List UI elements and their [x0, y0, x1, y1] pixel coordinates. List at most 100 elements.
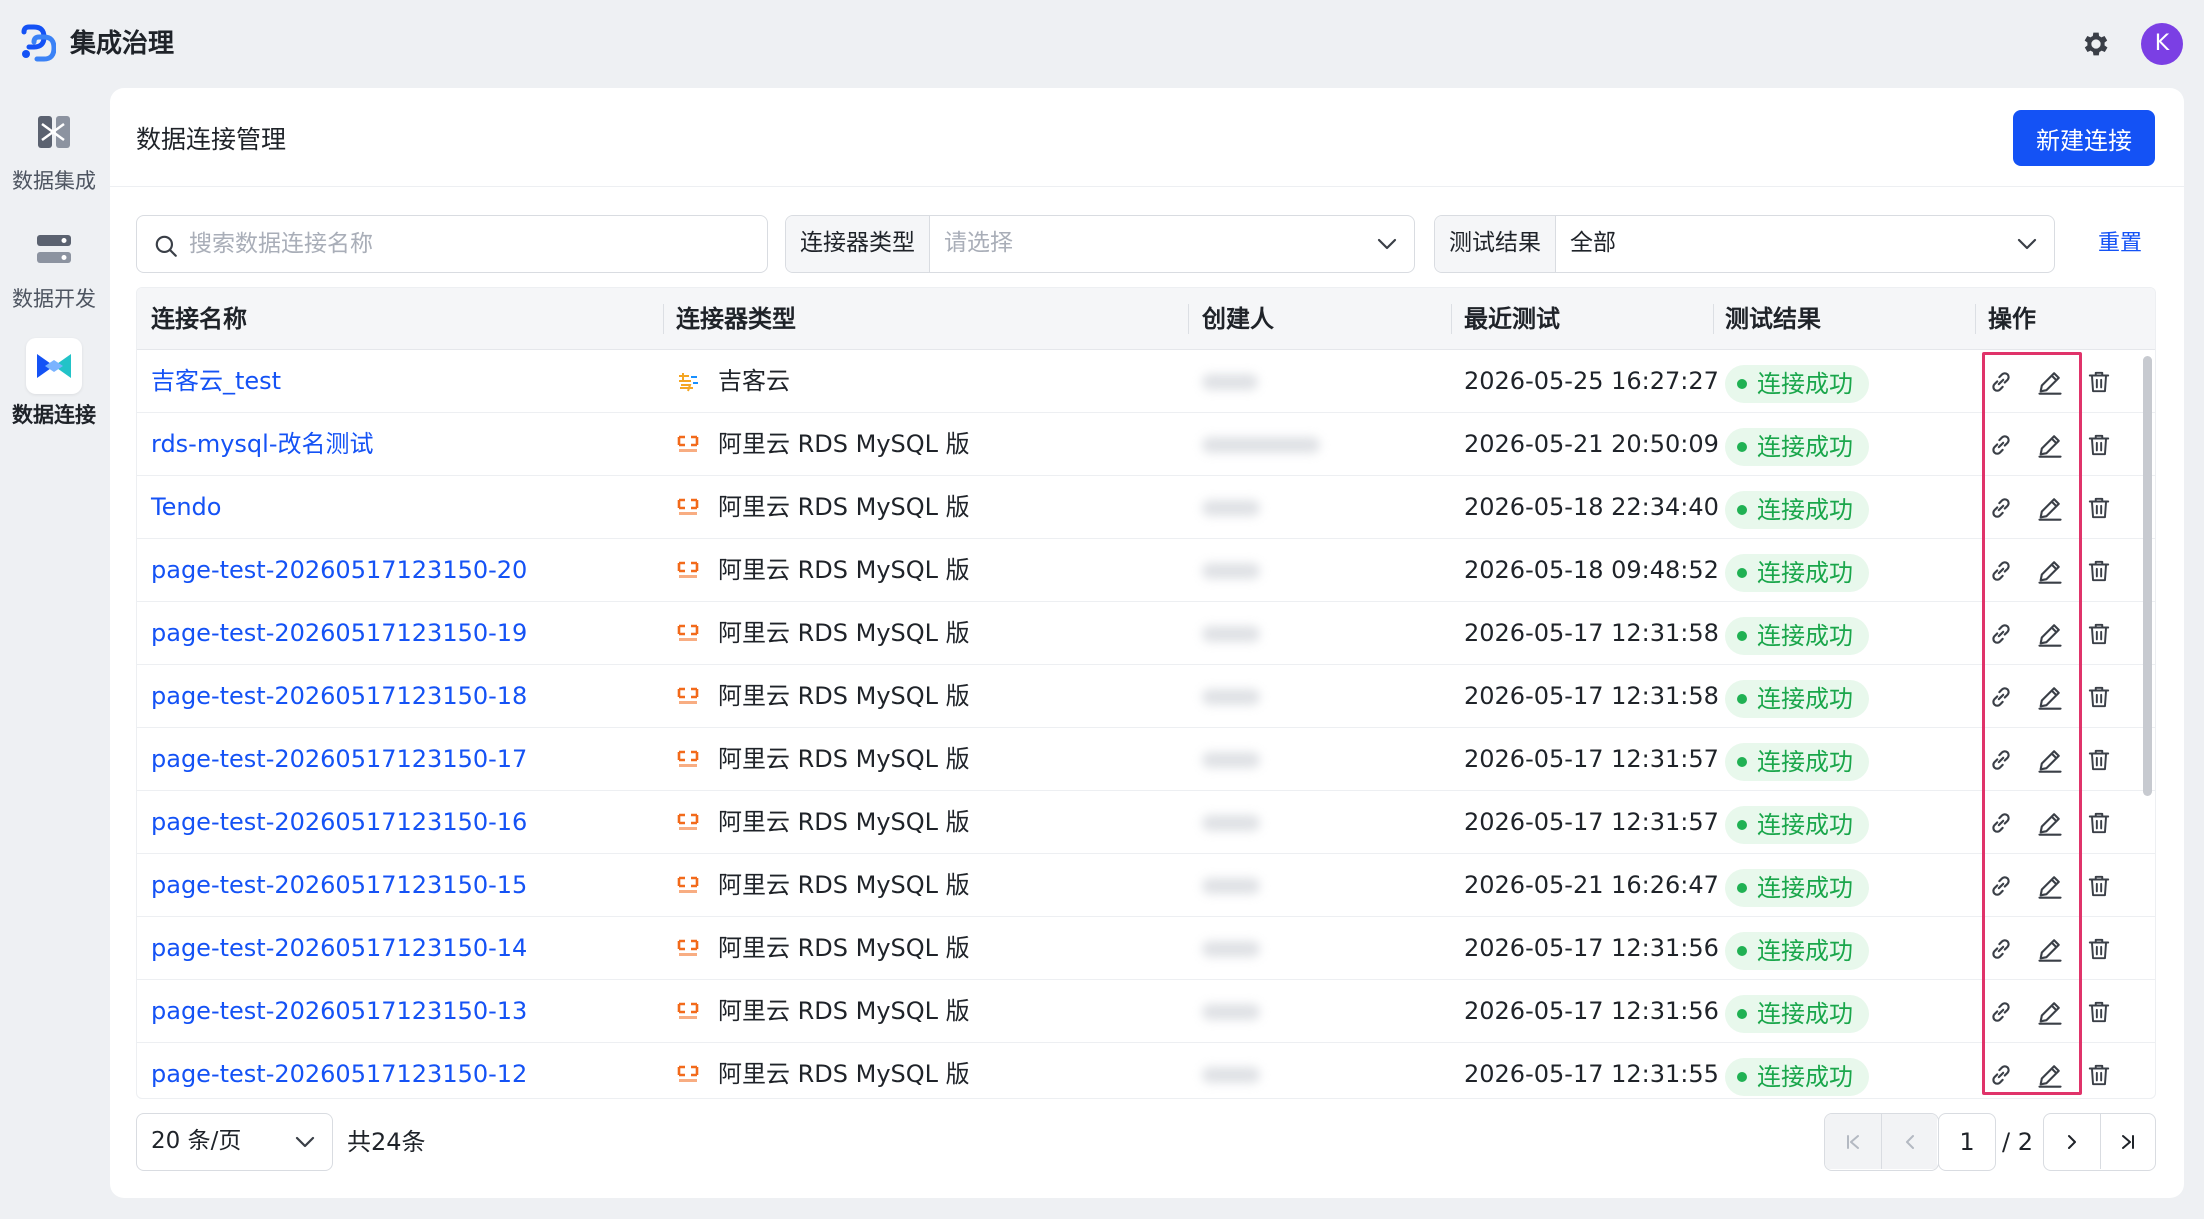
table-row[interactable]: page-test-20260517123150-15 阿里云 RDS MySQL…	[137, 854, 2155, 917]
user-avatar[interactable]: K	[2141, 23, 2183, 65]
scrollbar-thumb[interactable]	[2143, 356, 2152, 796]
new-connection-button[interactable]: 新建连接	[2013, 110, 2155, 166]
connection-name-link[interactable]: rds-mysql-改名测试	[151, 413, 374, 476]
edit-button[interactable]	[2035, 1060, 2065, 1090]
creator-cell	[1202, 791, 1362, 854]
test-connection-button[interactable]	[1986, 1060, 2016, 1090]
table-row[interactable]: 吉客云_test 吉客云 2026-05-25 16:27:27 连接成功	[137, 350, 2155, 413]
connector-type-text: 阿里云 RDS MySQL 版	[718, 745, 970, 773]
nav-item-data-development[interactable]: 数据开发	[0, 222, 108, 314]
status-badge: 连接成功	[1725, 806, 1869, 844]
connection-name-link[interactable]: page-test-20260517123150-12	[151, 1043, 527, 1098]
connection-name-link[interactable]: Tendo	[151, 476, 221, 539]
test-connection-button[interactable]	[1986, 682, 2016, 712]
test-result-cell: 连接成功	[1725, 665, 1869, 728]
delete-button[interactable]	[2084, 619, 2114, 649]
connection-name-link[interactable]: page-test-20260517123150-18	[151, 665, 527, 728]
table-row[interactable]: page-test-20260517123150-13 阿里云 RDS MySQL…	[137, 980, 2155, 1043]
connection-name-link[interactable]: page-test-20260517123150-16	[151, 791, 527, 854]
connection-name-link[interactable]: page-test-20260517123150-14	[151, 917, 527, 980]
first-page-button[interactable]	[1825, 1114, 1881, 1169]
edit-button[interactable]	[2035, 556, 2065, 586]
delete-button[interactable]	[2084, 808, 2114, 838]
creator-cell	[1202, 539, 1362, 602]
reset-link[interactable]: 重置	[2098, 228, 2142, 260]
creator-cell	[1202, 350, 1362, 413]
test-result-select[interactable]: 测试结果 全部	[1434, 215, 2055, 273]
settings-gear-icon[interactable]	[2080, 28, 2112, 60]
creator-cell	[1202, 602, 1362, 665]
test-connection-button[interactable]	[1986, 556, 2016, 586]
connection-name-link[interactable]: page-test-20260517123150-15	[151, 854, 527, 917]
table-row[interactable]: Tendo 阿里云 RDS MySQL 版 2026-05-18 22:34:40 连…	[137, 476, 2155, 539]
edit-button[interactable]	[2035, 808, 2065, 838]
connection-name-link[interactable]: page-test-20260517123150-17	[151, 728, 527, 791]
edit-button[interactable]	[2035, 997, 2065, 1027]
last-test-time: 2026-05-18 22:34:40	[1464, 493, 1719, 521]
delete-button[interactable]	[2084, 682, 2114, 712]
next-page-button[interactable]	[2044, 1114, 2100, 1169]
last-page-button[interactable]	[2099, 1114, 2156, 1169]
delete-button[interactable]	[2084, 871, 2114, 901]
search-input[interactable]	[189, 228, 749, 260]
blurred-creator	[1202, 878, 1260, 894]
column-header-actions: 操作	[1988, 305, 2036, 333]
edit-button[interactable]	[2035, 619, 2065, 649]
status-dot	[1737, 946, 1747, 956]
connector-type-select[interactable]: 连接器类型 请选择	[785, 215, 1415, 273]
test-connection-button[interactable]	[1986, 997, 2016, 1027]
aliyun-rds-icon	[676, 937, 700, 961]
status-text: 连接成功	[1757, 685, 1853, 713]
page-size-select[interactable]: 20 条/页	[136, 1113, 333, 1171]
nav-item-data-integration[interactable]: 数据集成	[0, 104, 108, 196]
table-row[interactable]: page-test-20260517123150-18 阿里云 RDS MySQL…	[137, 665, 2155, 728]
connection-name-link[interactable]: page-test-20260517123150-20	[151, 539, 527, 602]
test-connection-button[interactable]	[1986, 745, 2016, 775]
edit-button[interactable]	[2035, 871, 2065, 901]
blurred-creator	[1202, 752, 1260, 768]
nav-item-data-connection[interactable]: 数据连接	[0, 338, 108, 430]
delete-button[interactable]	[2084, 1060, 2114, 1090]
test-connection-button[interactable]	[1986, 367, 2016, 397]
test-connection-button[interactable]	[1986, 934, 2016, 964]
delete-button[interactable]	[2084, 493, 2114, 523]
table-row[interactable]: page-test-20260517123150-17 阿里云 RDS MySQL…	[137, 728, 2155, 791]
table-row[interactable]: rds-mysql-改名测试 阿里云 RDS MySQL 版 2026-05-21 …	[137, 413, 2155, 476]
last-page-icon	[2121, 1134, 2134, 1149]
status-dot	[1737, 1009, 1747, 1019]
edit-button[interactable]	[2035, 682, 2065, 712]
data-integration-icon	[26, 104, 82, 160]
test-connection-button[interactable]	[1986, 430, 2016, 460]
delete-button[interactable]	[2084, 367, 2114, 397]
edit-button[interactable]	[2035, 745, 2065, 775]
link-icon	[1992, 813, 2010, 833]
search-box[interactable]	[136, 215, 768, 273]
page-number-input[interactable]	[1938, 1113, 1996, 1171]
table-row[interactable]: page-test-20260517123150-12 阿里云 RDS MySQL…	[137, 1043, 2155, 1098]
edit-button[interactable]	[2035, 430, 2065, 460]
table-row[interactable]: page-test-20260517123150-20 阿里云 RDS MySQL…	[137, 539, 2155, 602]
connection-name-link[interactable]: page-test-20260517123150-19	[151, 602, 527, 665]
connection-name-link[interactable]: page-test-20260517123150-13	[151, 980, 527, 1043]
table-row[interactable]: page-test-20260517123150-16 阿里云 RDS MySQL…	[137, 791, 2155, 854]
test-connection-button[interactable]	[1986, 493, 2016, 523]
pager-next-group	[2043, 1113, 2156, 1171]
connection-name-link[interactable]: 吉客云_test	[151, 350, 281, 413]
delete-button[interactable]	[2084, 997, 2114, 1027]
delete-button[interactable]	[2084, 556, 2114, 586]
table-scrollbar[interactable]	[2141, 356, 2153, 1096]
table-row[interactable]: page-test-20260517123150-19 阿里云 RDS MySQL…	[137, 602, 2155, 665]
edit-button[interactable]	[2035, 493, 2065, 523]
test-connection-button[interactable]	[1986, 619, 2016, 649]
trash-icon	[2088, 938, 2110, 960]
edit-button[interactable]	[2035, 367, 2065, 397]
test-connection-button[interactable]	[1986, 808, 2016, 838]
prev-page-button[interactable]	[1881, 1114, 1937, 1169]
test-connection-button[interactable]	[1986, 871, 2016, 901]
last-test-time: 2026-05-17 12:31:57	[1464, 745, 1719, 773]
delete-button[interactable]	[2084, 430, 2114, 460]
delete-button[interactable]	[2084, 745, 2114, 775]
delete-button[interactable]	[2084, 934, 2114, 964]
edit-button[interactable]	[2035, 934, 2065, 964]
table-row[interactable]: page-test-20260517123150-14 阿里云 RDS MySQL…	[137, 917, 2155, 980]
